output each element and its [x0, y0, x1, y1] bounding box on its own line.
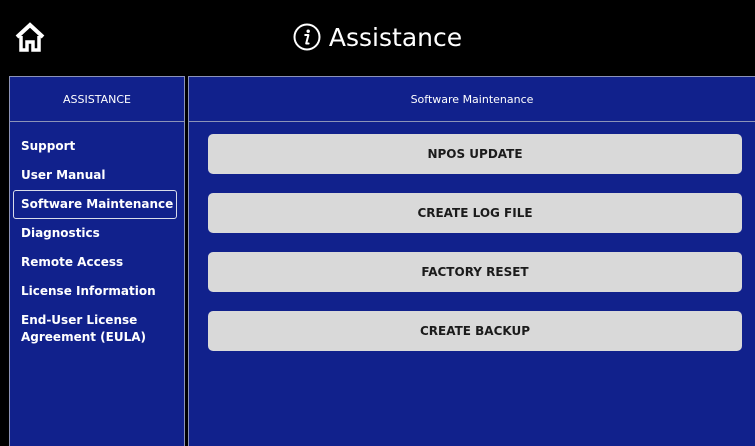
npos-update-button[interactable]: NPOS UPDATE: [208, 134, 742, 174]
create-backup-button[interactable]: CREATE BACKUP: [208, 311, 742, 351]
main-panel: Software Maintenance NPOS UPDATE CREATE …: [188, 76, 755, 446]
home-icon: [15, 22, 45, 52]
sidebar-list: Support User Manual Software Maintenance…: [10, 122, 184, 352]
sidebar-item-remote-access[interactable]: Remote Access: [13, 248, 177, 277]
sidebar-item-support[interactable]: Support: [13, 132, 177, 161]
action-button-list: NPOS UPDATE CREATE LOG FILE FACTORY RESE…: [189, 122, 755, 351]
sidebar-item-license-information[interactable]: License Information: [13, 277, 177, 306]
sidebar-item-diagnostics[interactable]: Diagnostics: [13, 219, 177, 248]
sidebar-item-eula[interactable]: End-User License Agreement (EULA): [13, 306, 177, 352]
home-button[interactable]: [14, 22, 46, 52]
factory-reset-button[interactable]: FACTORY RESET: [208, 252, 742, 292]
sidebar-item-user-manual[interactable]: User Manual: [13, 161, 177, 190]
create-log-file-button[interactable]: CREATE LOG FILE: [208, 193, 742, 233]
sidebar-item-software-maintenance[interactable]: Software Maintenance: [13, 190, 177, 219]
page-title: Assistance: [328, 22, 463, 52]
sidebar: ASSISTANCE Support User Manual Software …: [9, 76, 185, 446]
title-wrap: Assistance: [0, 0, 755, 74]
info-icon: [293, 23, 321, 51]
sidebar-title: ASSISTANCE: [10, 77, 184, 122]
top-bar: Assistance: [0, 0, 755, 74]
main-panel-title: Software Maintenance: [189, 77, 755, 122]
